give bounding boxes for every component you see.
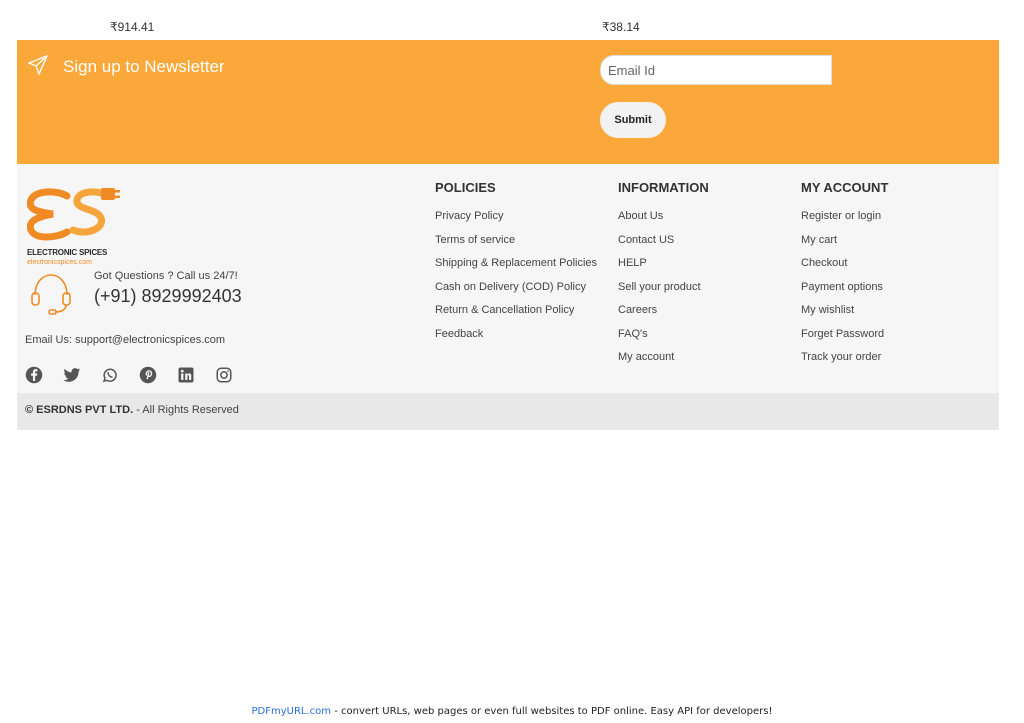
twitter-icon[interactable]: [63, 366, 81, 384]
copyright-text: © ESRDNS PVT LTD. - All Rights Reserved: [25, 404, 239, 416]
information-heading: INFORMATION: [618, 180, 709, 195]
contact-us-link[interactable]: Contact US: [618, 229, 709, 253]
logo-site-url: electronicspices.com: [27, 259, 92, 266]
forget-password-link[interactable]: Forget Password: [801, 323, 888, 347]
pdf-banner: PDFmyURL.com - convert URLs, web pages o…: [0, 706, 1024, 717]
about-us-link[interactable]: About Us: [618, 205, 709, 229]
contact-phone[interactable]: (+91) 8929992403: [94, 286, 242, 307]
my-account-info-link[interactable]: My account: [618, 346, 709, 370]
company-name: © ESRDNS PVT LTD.: [25, 404, 134, 416]
logo-mark: [26, 188, 120, 241]
my-account-heading: MY ACCOUNT: [801, 180, 889, 195]
my-cart-link[interactable]: My cart: [801, 229, 888, 253]
cod-policy-link[interactable]: Cash on Delivery (COD) Policy: [435, 276, 597, 300]
information-column: INFORMATION About Us Contact US HELP Sel…: [618, 180, 709, 370]
copyright-bar: © ESRDNS PVT LTD. - All Rights Reserved: [17, 393, 999, 430]
shipping-replacement-policies-link[interactable]: Shipping & Replacement Policies: [435, 252, 597, 276]
feedback-link[interactable]: Feedback: [435, 323, 597, 347]
return-cancellation-policy-link[interactable]: Return & Cancellation Policy: [435, 299, 597, 323]
linkedin-icon[interactable]: [177, 366, 195, 384]
support-email[interactable]: Email Us: support@electronicspices.com: [25, 334, 225, 346]
social-links: [25, 366, 253, 384]
product-price: ₹914.41: [110, 20, 155, 34]
submit-button[interactable]: Submit: [600, 102, 666, 138]
policies-column: POLICIES Privacy Policy Terms of service…: [435, 180, 597, 346]
checkout-link[interactable]: Checkout: [801, 252, 888, 276]
terms-of-service-link[interactable]: Terms of service: [435, 229, 597, 253]
email-input[interactable]: [600, 55, 832, 85]
logo-brand-name: ELECTRONIC SPICES: [27, 248, 108, 257]
pdfmyurl-link[interactable]: PDFmyURL.com: [252, 706, 332, 717]
contact-question: Got Questions ? Call us 24/7!: [94, 270, 238, 282]
privacy-policy-link[interactable]: Privacy Policy: [435, 205, 597, 229]
whatsapp-icon[interactable]: [101, 366, 119, 384]
help-link[interactable]: HELP: [618, 252, 709, 276]
track-order-link[interactable]: Track your order: [801, 346, 888, 370]
facebook-icon[interactable]: [25, 366, 43, 384]
pinterest-icon[interactable]: [139, 366, 157, 384]
rights-reserved: - All Rights Reserved: [133, 404, 239, 416]
product-price: ₹38.14: [602, 20, 640, 34]
instagram-icon[interactable]: [215, 366, 233, 384]
paper-plane-icon: [28, 55, 48, 75]
payment-options-link[interactable]: Payment options: [801, 276, 888, 300]
newsletter-section: Sign up to Newsletter Submit: [17, 40, 999, 164]
brand-logo[interactable]: ELECTRONIC SPICES electronicspices.com: [26, 184, 121, 268]
newsletter-title: Sign up to Newsletter: [63, 57, 225, 76]
policies-heading: POLICIES: [435, 180, 496, 195]
faqs-link[interactable]: FAQ's: [618, 323, 709, 347]
footer: ELECTRONIC SPICES electronicspices.com G…: [17, 164, 999, 393]
sell-your-product-link[interactable]: Sell your product: [618, 276, 709, 300]
my-account-column: MY ACCOUNT Register or login My cart Che…: [801, 180, 888, 370]
my-wishlist-link[interactable]: My wishlist: [801, 299, 888, 323]
pdf-banner-text: - convert URLs, web pages or even full w…: [331, 706, 773, 717]
headset-icon: [31, 274, 71, 315]
careers-link[interactable]: Careers: [618, 299, 709, 323]
register-login-link[interactable]: Register or login: [801, 205, 888, 229]
